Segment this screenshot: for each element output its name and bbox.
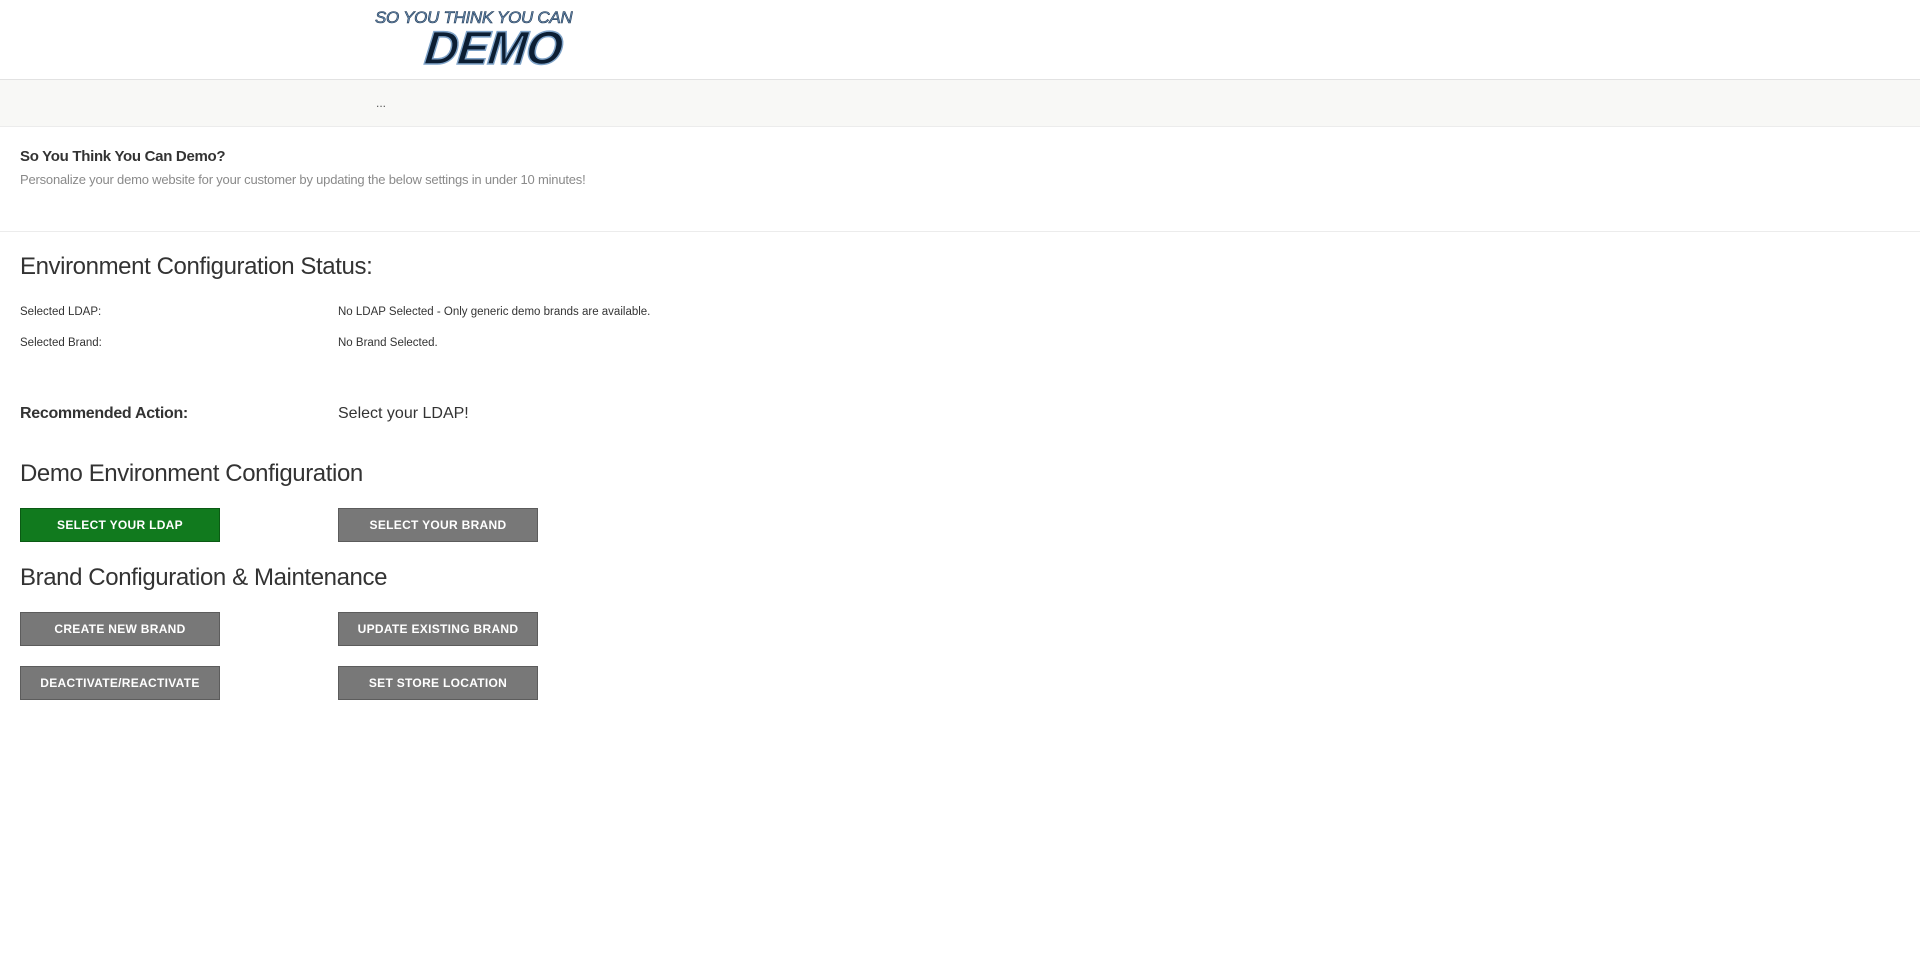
- breadcrumb[interactable]: ...: [376, 96, 386, 110]
- page-title: So You Think You Can Demo?: [20, 148, 226, 165]
- section-divider: [0, 231, 1920, 232]
- create-brand-button[interactable]: CREATE NEW BRAND: [20, 612, 220, 646]
- select-ldap-button[interactable]: SELECT YOUR LDAP: [20, 508, 220, 542]
- brand-config-heading: Brand Configuration & Maintenance: [20, 564, 388, 591]
- intro-section: So You Think You Can Demo? Personalize y…: [20, 148, 586, 187]
- recommended-action-value: Select your LDAP!: [338, 405, 469, 422]
- update-brand-button[interactable]: UPDATE EXISTING BRAND: [338, 612, 538, 646]
- breadcrumb-bar: ...: [0, 80, 1920, 127]
- ldap-value: No LDAP Selected - Only generic demo bra…: [338, 306, 651, 318]
- recommended-action-label: Recommended Action:: [20, 405, 188, 422]
- logo-wordmark: DEMO: [422, 20, 566, 75]
- demo-env-heading: Demo Environment Configuration: [20, 460, 363, 487]
- brand-value: No Brand Selected.: [338, 337, 438, 349]
- set-store-location-button[interactable]: SET STORE LOCATION: [338, 666, 538, 700]
- select-brand-button[interactable]: SELECT YOUR BRAND: [338, 508, 538, 542]
- brand-label: Selected Brand:: [20, 337, 102, 349]
- site-header: SO YOU THINK YOU CAN DEMO: [0, 0, 1920, 80]
- site-logo[interactable]: SO YOU THINK YOU CAN DEMO: [373, 6, 597, 75]
- status-heading: Environment Configuration Status:: [20, 253, 373, 280]
- ldap-label: Selected LDAP:: [20, 306, 102, 318]
- deactivate-reactivate-button[interactable]: DEACTIVATE/REACTIVATE: [20, 666, 220, 700]
- page-subtitle: Personalize your demo website for your c…: [20, 172, 586, 187]
